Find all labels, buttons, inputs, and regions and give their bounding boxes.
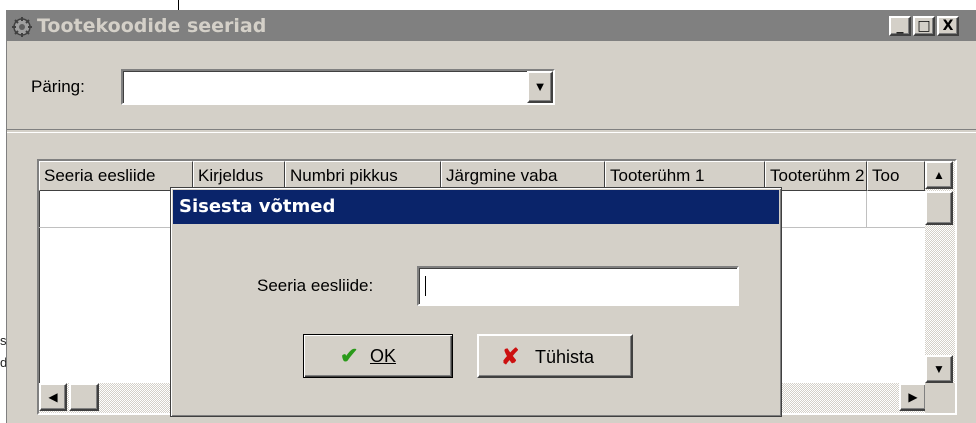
cancel-button[interactable]: ✘ Tühista: [477, 334, 633, 378]
chevron-down-icon[interactable]: ▼: [527, 71, 553, 103]
close-button[interactable]: X: [937, 16, 959, 36]
scroll-thumb[interactable]: [69, 383, 99, 411]
series-prefix-label: Seeria eesliide:: [257, 276, 374, 295]
maximize-button[interactable]: □: [913, 16, 935, 36]
separator: [7, 129, 976, 133]
vertical-scrollbar[interactable]: ▲ ▼: [925, 161, 955, 385]
close-x-icon: ✘: [501, 344, 520, 369]
column-header[interactable]: Too: [867, 161, 925, 191]
window-titlebar[interactable]: Tootekoodide seeriad _ □ X: [7, 11, 976, 41]
gear-app-icon: [12, 17, 32, 37]
scroll-up-icon[interactable]: ▲: [925, 161, 953, 189]
enter-keys-dialog: Sisesta võtmed Seeria eesliide: ✔ OK ✘ T…: [170, 187, 782, 417]
query-label: Päring:: [31, 77, 85, 96]
table-cell-divider: [866, 191, 867, 227]
window-title: Tootekoodide seeriad: [37, 15, 267, 37]
minimize-button[interactable]: _: [889, 16, 911, 36]
query-combobox[interactable]: ▼: [121, 69, 555, 105]
scroll-right-icon[interactable]: ▶: [899, 383, 927, 411]
scroll-down-icon[interactable]: ▼: [925, 355, 953, 383]
series-prefix-input[interactable]: [417, 266, 739, 306]
text-caret: [425, 276, 426, 296]
cancel-label: Tühista: [535, 347, 595, 367]
ok-button[interactable]: ✔ OK: [303, 334, 453, 378]
dialog-title: Sisesta võtmed: [179, 196, 336, 217]
ok-label: OK: [370, 346, 397, 366]
background-divider: [178, 0, 179, 10]
scroll-left-icon[interactable]: ◀: [39, 383, 67, 411]
scroll-thumb[interactable]: [925, 191, 953, 225]
scroll-corner: [925, 383, 955, 413]
checkmark-icon: ✔: [340, 343, 359, 368]
dialog-titlebar[interactable]: Sisesta võtmed: [173, 190, 779, 224]
